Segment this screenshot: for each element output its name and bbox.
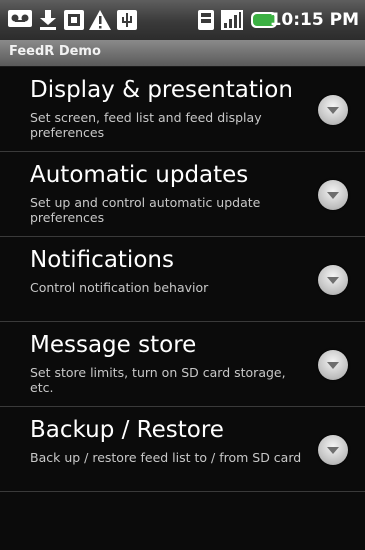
warning-icon (89, 10, 111, 30)
pref-notifications[interactable]: Notifications Control notification behav… (0, 237, 365, 322)
signal-icon (221, 10, 243, 30)
chevron-down-icon[interactable] (318, 180, 348, 210)
usb-icon (117, 10, 137, 30)
pref-summary: Set screen, feed list and feed display p… (30, 110, 262, 140)
pref-summary: Set store limits, turn on SD card storag… (30, 365, 286, 395)
pref-automatic-updates[interactable]: Automatic updates Set up and control aut… (0, 152, 365, 237)
chevron-down-icon[interactable] (318, 265, 348, 295)
app-title-bar: FeedR Demo (0, 40, 365, 67)
pref-message-store[interactable]: Message store Set store limits, turn on … (0, 322, 365, 407)
pref-summary: Control notification behavior (30, 280, 209, 295)
pref-title: Backup / Restore (30, 417, 224, 443)
status-bar: 10:15 PM (0, 0, 365, 40)
settings-list: Display & presentation Set screen, feed … (0, 67, 365, 492)
pref-title: Message store (30, 332, 197, 358)
device-screen: 10:15 PM FeedR Demo Display & presentati… (0, 0, 365, 550)
chevron-down-icon[interactable] (318, 350, 348, 380)
sd-card-icon (64, 10, 84, 30)
pref-title: Automatic updates (30, 162, 249, 188)
chevron-down-icon[interactable] (318, 435, 348, 465)
pref-display-presentation[interactable]: Display & presentation Set screen, feed … (0, 67, 365, 152)
pref-backup-restore[interactable]: Backup / Restore Back up / restore feed … (0, 407, 365, 492)
sim-card-icon (198, 10, 214, 30)
download-icon (40, 10, 56, 30)
voicemail-icon (8, 10, 32, 27)
chevron-down-icon[interactable] (318, 95, 348, 125)
pref-title: Display & presentation (30, 77, 293, 103)
app-title: FeedR Demo (9, 44, 101, 59)
pref-title: Notifications (30, 247, 174, 273)
pref-summary: Set up and control automatic update pref… (30, 195, 261, 225)
clock: 10:15 PM (269, 10, 359, 30)
pref-summary: Back up / restore feed list to / from SD… (30, 450, 302, 465)
